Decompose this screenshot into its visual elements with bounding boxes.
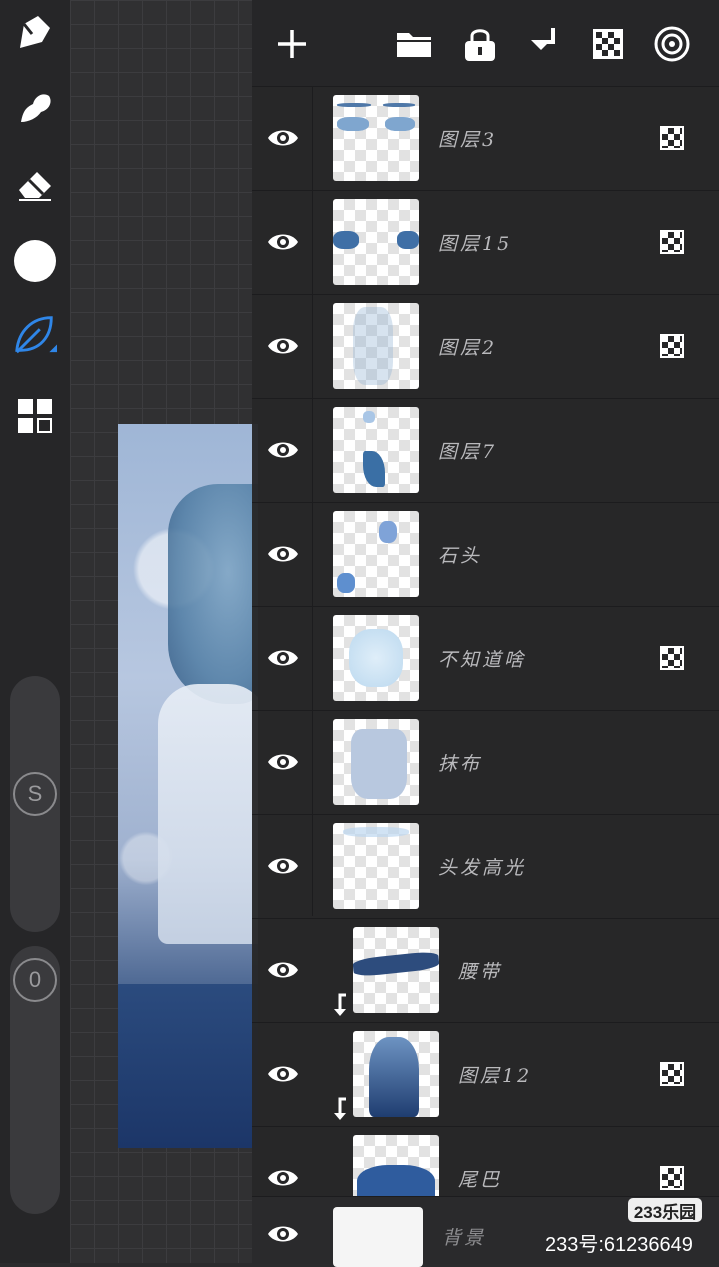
layer-row[interactable]: 腰带 (252, 918, 719, 1021)
clipping-arrow-icon (334, 1097, 346, 1120)
layer-thumbnail (333, 303, 419, 389)
clipping-arrow-icon (334, 993, 346, 1016)
target-icon[interactable] (650, 22, 694, 66)
layer-row[interactable]: 图层3 (252, 86, 719, 189)
layer-name: 图层12 (458, 1065, 533, 1087)
layer-row[interactable]: 头发高光 (252, 814, 719, 917)
layer-thumbnail (333, 511, 419, 597)
layer-name: 头发高光 (438, 857, 527, 879)
layer-name: 尾巴 (458, 1169, 503, 1191)
layer-row[interactable]: 石头 (252, 502, 719, 605)
layer-name: 背景 (442, 1227, 487, 1249)
artwork-preview (118, 424, 258, 1148)
layer-name: 抹布 (438, 753, 483, 775)
layer-thumbnail (333, 615, 419, 701)
layer-name: 石头 (438, 545, 483, 567)
layer-name: 图层7 (438, 441, 498, 463)
layers-panel: 图层3 图层15 图层2 图层7 石头 不知道啥 抹布 头发高光 腰带 图层12… (252, 0, 719, 1267)
blend-mode-icon[interactable] (660, 230, 684, 254)
layer-thumbnail (333, 719, 419, 805)
folder-icon[interactable] (392, 22, 436, 66)
eye-icon[interactable] (266, 539, 300, 569)
brush-size-slider[interactable]: S (10, 676, 60, 932)
merge-down-icon[interactable] (522, 22, 566, 66)
opacity-slider-knob[interactable]: 0 (13, 958, 57, 1002)
watermark-logo: 233乐园 (628, 1198, 702, 1222)
artwork-figure (158, 684, 258, 944)
size-slider-knob[interactable]: S (13, 772, 57, 816)
layer-thumbnail (333, 407, 419, 493)
layer-row[interactable]: 抹布 (252, 710, 719, 813)
layers-grid-icon[interactable] (13, 394, 57, 438)
eye-icon[interactable] (266, 1219, 300, 1249)
artwork-lower-area (118, 984, 258, 1148)
layer-name: 图层15 (438, 233, 513, 255)
blend-mode-icon[interactable] (660, 334, 684, 358)
eye-icon[interactable] (266, 747, 300, 777)
layer-name: 不知道啥 (438, 649, 527, 671)
blend-mode-icon[interactable] (660, 646, 684, 670)
layer-name: 图层2 (438, 337, 498, 359)
artwork-hair (168, 484, 258, 704)
layer-thumbnail (353, 927, 439, 1013)
layer-row[interactable]: 图层15 (252, 190, 719, 293)
layer-thumbnail (333, 823, 419, 909)
blend-mode-icon[interactable] (660, 1062, 684, 1086)
layer-thumbnail (333, 95, 419, 181)
tool-rail: S 0 (0, 0, 70, 1263)
layer-row[interactable]: 不知道啥 (252, 606, 719, 709)
layer-row[interactable]: 图层7 (252, 398, 719, 501)
layer-row[interactable]: 图层2 (252, 294, 719, 397)
opacity-slider[interactable]: 0 (10, 946, 60, 1214)
layer-row[interactable]: 图层12 (252, 1022, 719, 1125)
eye-icon[interactable] (266, 955, 300, 985)
layer-name: 图层3 (438, 129, 498, 151)
blend-mode-icon[interactable] (660, 126, 684, 150)
eye-icon[interactable] (266, 123, 300, 153)
layers-panel-header (252, 0, 719, 86)
add-icon[interactable] (270, 22, 314, 66)
background-thumbnail (333, 1207, 423, 1267)
blend-mode-icon[interactable] (660, 1166, 684, 1190)
eye-icon[interactable] (266, 227, 300, 257)
layer-name: 腰带 (458, 961, 503, 983)
eye-icon[interactable] (266, 435, 300, 465)
color-swatch[interactable] (14, 240, 56, 282)
eye-icon[interactable] (266, 1059, 300, 1089)
layer-thumbnail (333, 199, 419, 285)
eye-icon[interactable] (266, 1163, 300, 1193)
checker-icon[interactable] (586, 22, 630, 66)
eye-icon[interactable] (266, 851, 300, 881)
brush-icon[interactable] (13, 10, 57, 54)
layer-thumbnail (353, 1031, 439, 1117)
eye-icon[interactable] (266, 331, 300, 361)
lock-icon[interactable] (458, 22, 502, 66)
smudge-icon[interactable] (13, 86, 57, 130)
leaf-brush-icon[interactable] (13, 312, 57, 356)
eye-icon[interactable] (266, 643, 300, 673)
eraser-icon[interactable] (13, 162, 57, 206)
watermark-id: 233号:61236649 (545, 1234, 693, 1256)
